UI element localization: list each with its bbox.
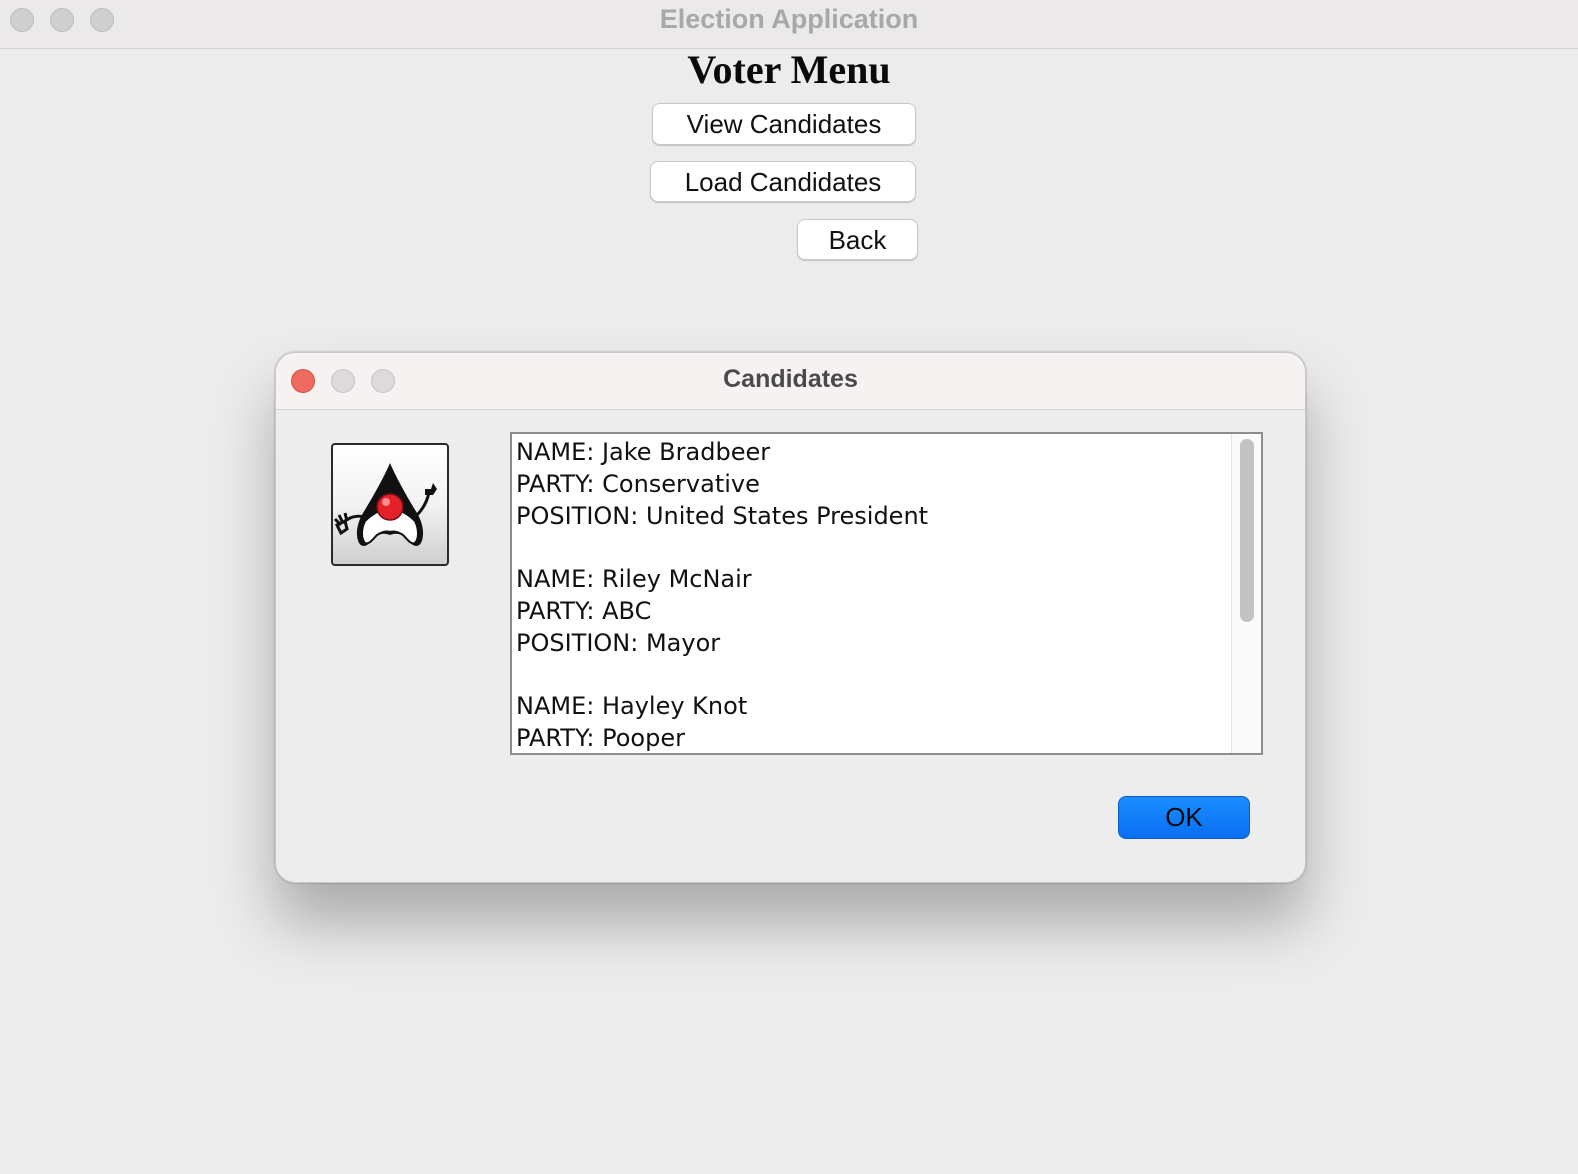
candidates-text-area[interactable]: NAME: Jake Bradbeer PARTY: Conservative … [510,432,1263,755]
candidates-text: NAME: Jake Bradbeer PARTY: Conservative … [516,437,929,753]
text-line [516,660,928,692]
text-line: PARTY: ABC [516,596,652,625]
text-line: PARTY: Pooper [516,724,685,753]
load-candidates-button[interactable]: Load Candidates [650,161,916,202]
text-line [516,532,928,564]
text-line: NAME: Hayley Knot [516,692,748,721]
scrollbar-thumb[interactable] [1240,439,1254,622]
text-line: PARTY: Conservative [516,469,760,498]
dialog-titlebar: Candidates [276,353,1305,410]
back-button[interactable]: Back [797,219,918,260]
dialog-title: Candidates [723,365,858,393]
vertical-scrollbar[interactable] [1231,434,1261,753]
duke-java-icon [331,443,449,566]
main-window: Election Application Voter Menu View Can… [0,0,1578,1174]
text-line: POSITION: Mayor [516,628,721,657]
text-line: NAME: Riley McNair [516,565,752,594]
ok-button[interactable]: OK [1118,796,1250,839]
candidates-dialog: Candidates NAME: Jake Bradbeer PARTY: Co… [275,352,1306,883]
text-line: POSITION: United States President [516,501,929,530]
text-line: NAME: Jake Bradbeer [516,438,771,466]
view-candidates-button[interactable]: View Candidates [652,103,916,145]
window-title: Election Application [659,4,919,34]
page-title: Voter Menu [687,47,891,92]
window-titlebar: Election Application [0,0,1578,49]
